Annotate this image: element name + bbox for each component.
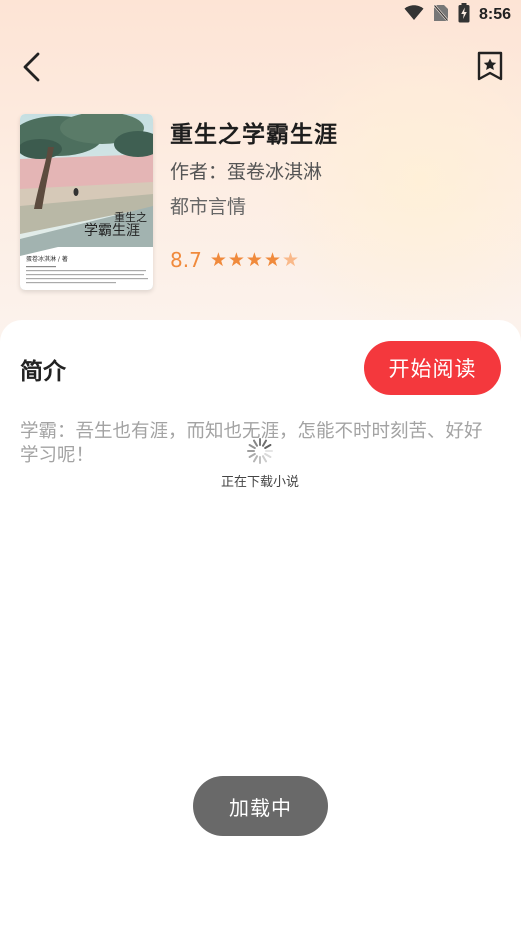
- bookmark-button[interactable]: [476, 51, 504, 81]
- bookmark-star-icon: [476, 51, 504, 85]
- chevron-left-icon: [18, 52, 48, 88]
- book-category[interactable]: 都市言情: [170, 192, 246, 219]
- no-sim-icon: [433, 4, 449, 26]
- star-icon: ★: [263, 248, 281, 271]
- start-reading-button[interactable]: 开始阅读: [364, 341, 501, 395]
- star-icon: ★: [245, 248, 263, 271]
- loading-toast: 加载中: [193, 776, 328, 836]
- rating-score: 8.7: [170, 248, 202, 272]
- book-title: 重生之学霸生涯: [170, 122, 338, 148]
- author-name[interactable]: 蛋卷冰淇淋: [227, 157, 322, 184]
- star-icon: ★: [209, 248, 227, 271]
- back-button[interactable]: [18, 50, 48, 84]
- cover-author: 蛋卷冰淇淋 / 著: [26, 255, 68, 263]
- star-icon: ★: [227, 248, 245, 271]
- loader-text: 正在下载小说: [220, 475, 299, 490]
- book-author: 作者： 蛋卷冰淇淋: [170, 157, 322, 184]
- wifi-icon: [404, 5, 424, 25]
- rating-stars: ★ ★ ★ ★ ★: [209, 248, 300, 271]
- book-cover[interactable]: 重生之 学霸生涯 蛋卷冰淇淋 / 著: [20, 114, 153, 290]
- status-bar: 8:56: [0, 0, 521, 30]
- battery-charging-icon: [458, 3, 470, 27]
- rating: 8.7 ★ ★ ★ ★ ★: [170, 248, 299, 272]
- author-label: 作者：: [170, 161, 228, 183]
- status-time: 8:56: [478, 6, 511, 23]
- download-loader: 正在下载小说: [200, 437, 320, 492]
- cover-title-line1: 重生之: [114, 210, 147, 224]
- spinner-icon: [246, 437, 274, 465]
- intro-heading: 简介: [20, 359, 66, 385]
- star-icon: ★: [282, 248, 300, 271]
- cover-title-line2: 学霸生涯: [84, 223, 140, 239]
